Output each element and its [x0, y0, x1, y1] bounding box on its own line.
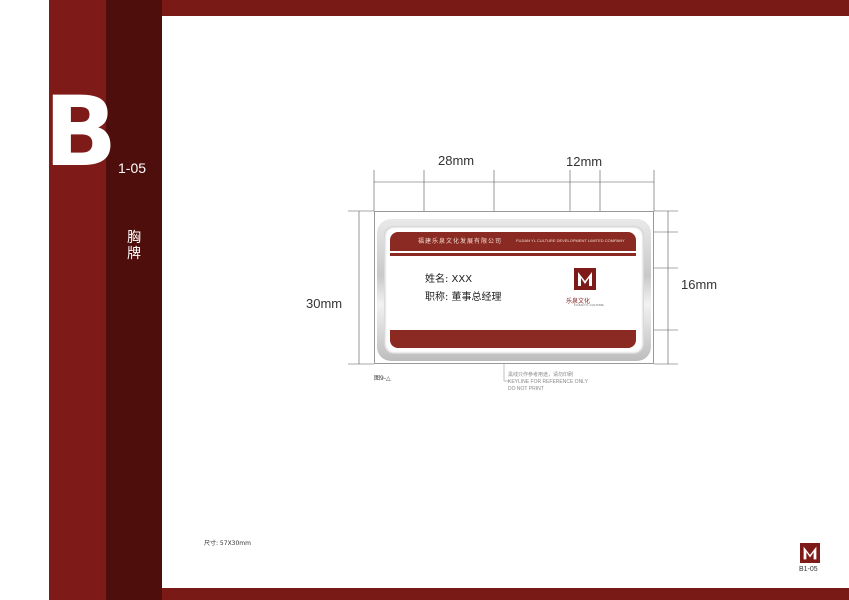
footer-logo-icon — [800, 543, 820, 563]
dimension-height-band: 16mm — [681, 277, 718, 292]
keyline-note-cn: 黑线只作参考用途，请勿印刷 — [508, 372, 574, 378]
keyline-note: 黑线只作参考用途，请勿印刷 KEYLINE FOR REFERENCE ONLY… — [508, 372, 588, 393]
keyline-note-en-2: DO NOT PRINT — [508, 386, 544, 392]
dimension-width-a: 28mm — [438, 153, 475, 168]
badge-company-en: FUJIAN YL CULTURE DEVELOPMENT LIMITED CO… — [516, 238, 625, 243]
badge-company-cn: 福建乐泉文化发展有限公司 — [418, 238, 503, 245]
dimension-width-b: 12mm — [566, 154, 603, 169]
badge-top-stripe — [390, 253, 636, 256]
footer-code: B1-05 — [799, 566, 818, 573]
badge-name-field: 姓名: XXX — [425, 274, 473, 285]
badge-bottom-band — [390, 330, 636, 348]
size-note: 尺寸: 57X30mm — [204, 540, 251, 547]
badge-title-field: 职称: 董事总经理 — [425, 292, 502, 303]
dimension-height-total: 30mm — [306, 296, 343, 311]
figure-label: 图9-△ — [374, 375, 391, 382]
badge-logo-icon — [574, 268, 596, 290]
keyline-note-en-1: KEYLINE FOR REFERENCE ONLY — [508, 379, 588, 385]
badge-logo-sub: FUJIAN YL CULTURE — [574, 303, 604, 307]
